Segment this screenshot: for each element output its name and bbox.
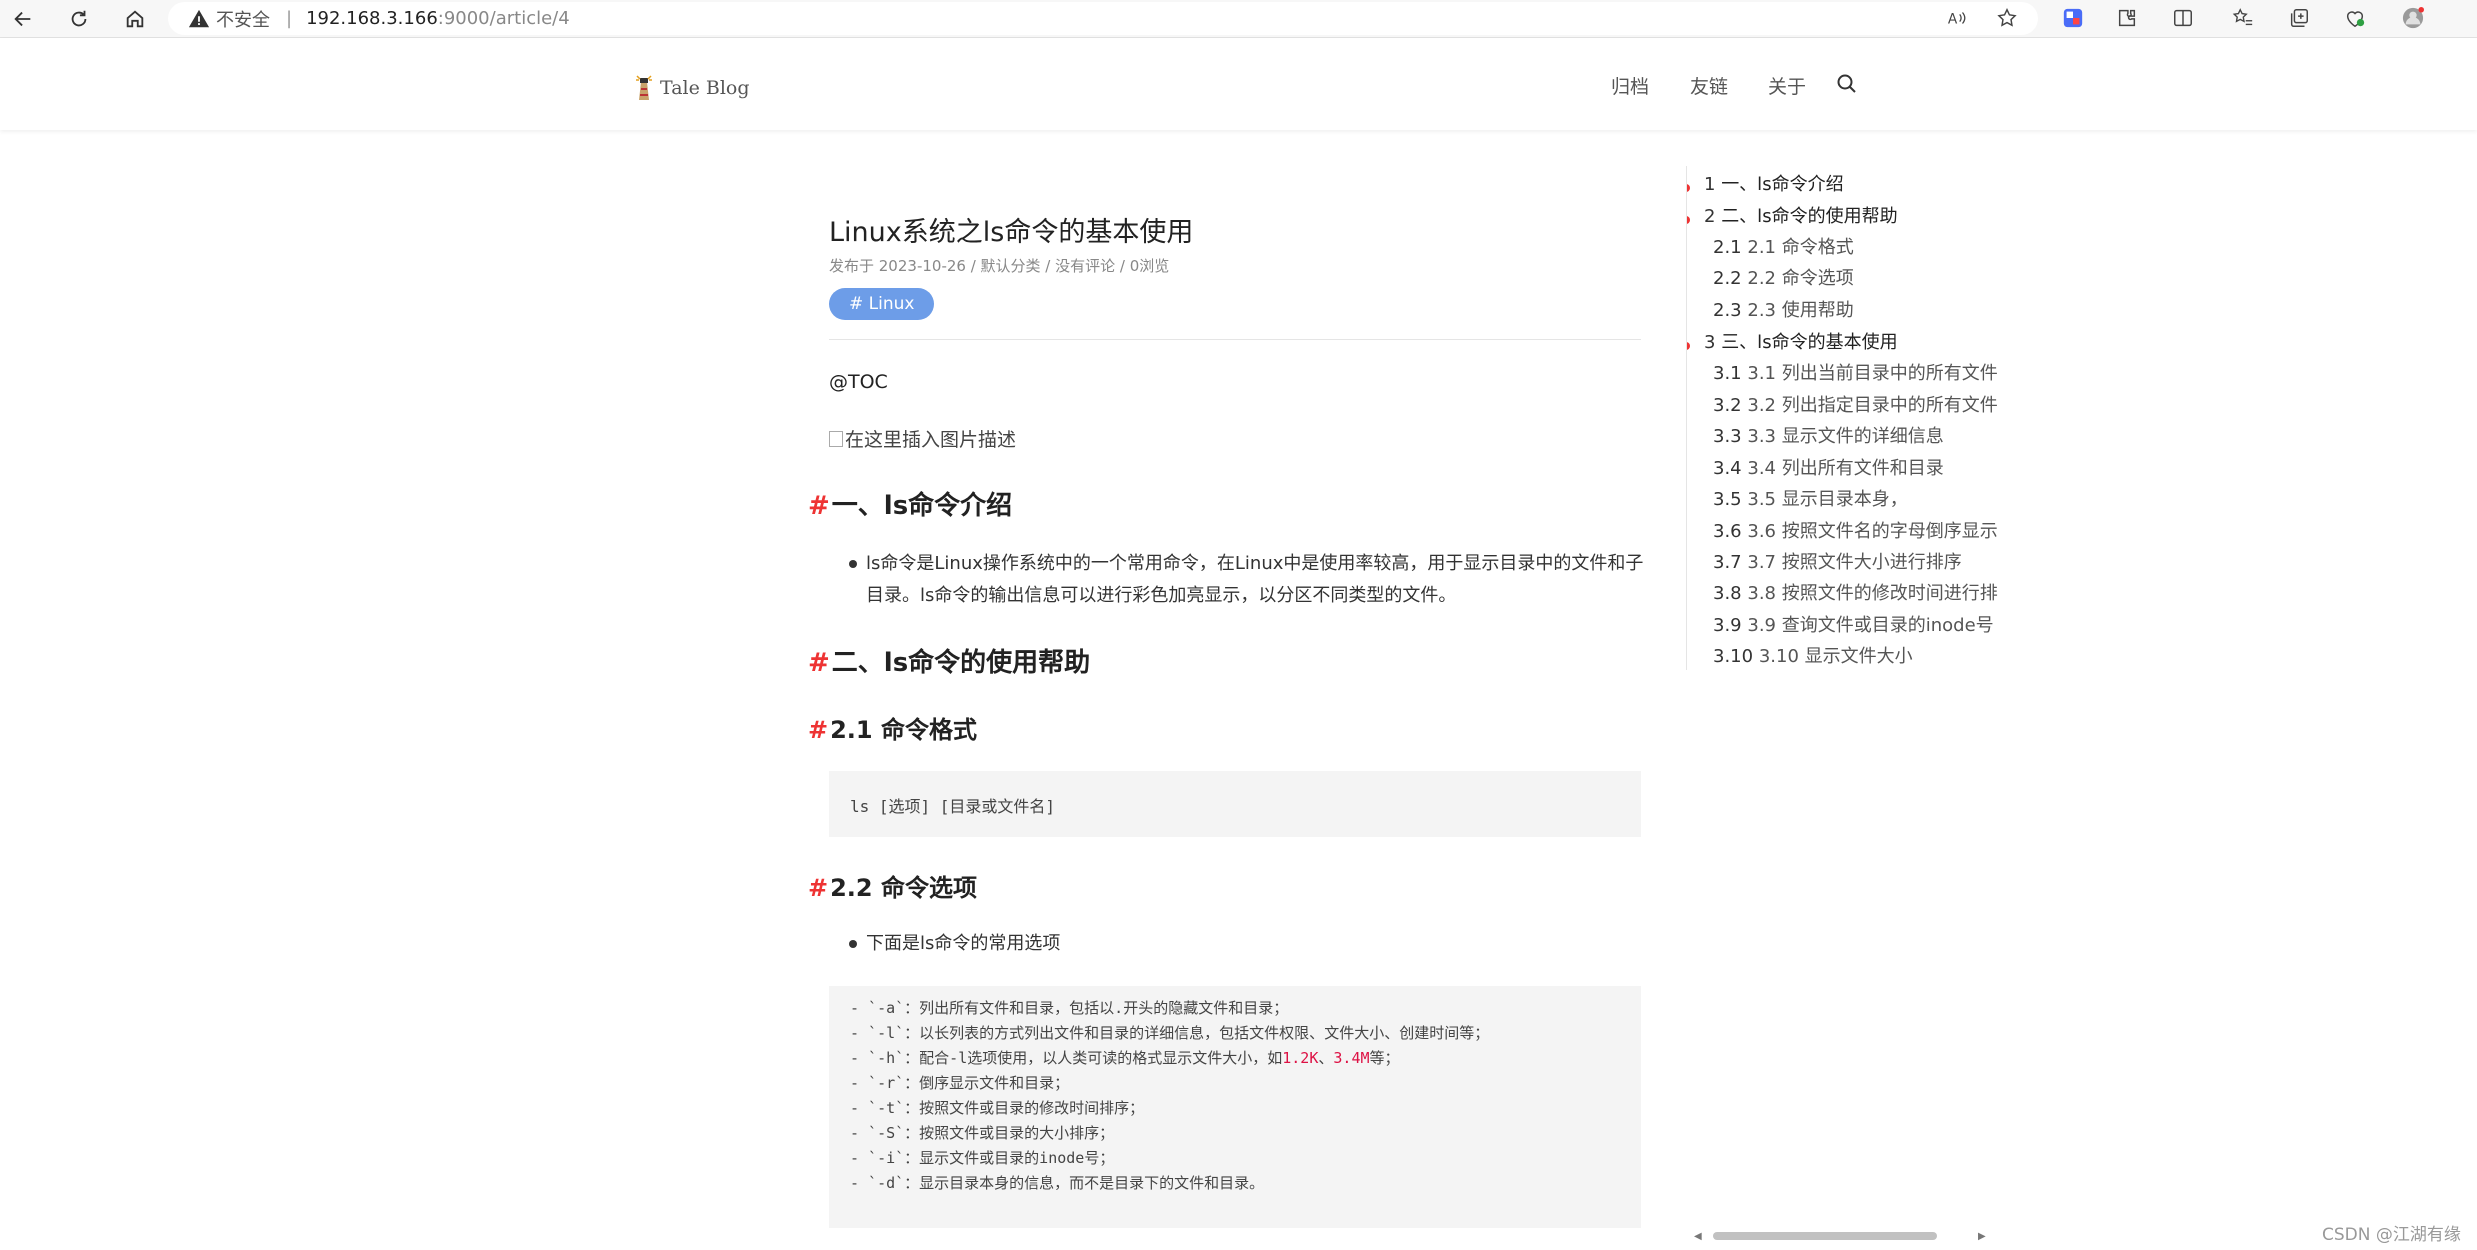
- nav-about[interactable]: 关于: [1768, 72, 1806, 99]
- heading-format: #2.1 命令格式: [808, 710, 977, 745]
- scrollbar-thumb[interactable]: [1713, 1232, 1937, 1240]
- heading-format-text: 2.1 命令格式: [830, 716, 977, 744]
- address-separator: |: [286, 8, 293, 29]
- code-block-options: - `-a`：列出所有文件和目录，包括以.开头的隐藏文件和目录； - `-l`：…: [829, 986, 1641, 1228]
- toc-active-dot: [1687, 216, 1690, 224]
- toc-item[interactable]: 3.7 3.7 按照文件大小进行排序: [1713, 548, 1962, 574]
- toc-active-dot: [1687, 342, 1690, 350]
- toc-item[interactable]: 2.3 2.3 使用帮助: [1713, 296, 1854, 322]
- heading-options-text: 2.2 命令选项: [830, 874, 977, 902]
- toc-item[interactable]: 3.9 3.9 查询文件或目录的inode号: [1713, 611, 1994, 637]
- url-path: :9000/article/4: [437, 8, 570, 29]
- favorites-list-icon[interactable]: [2230, 5, 2256, 31]
- heading-anchor[interactable]: #: [808, 491, 830, 521]
- extensions-puzzle-icon[interactable]: [2114, 5, 2140, 31]
- option-line: - `-t`：按照文件或目录的修改时间排序；: [850, 1099, 1145, 1117]
- broken-image-icon: [829, 430, 843, 447]
- toc-marker: @TOC: [829, 371, 888, 393]
- toc-item[interactable]: 3.1 3.1 列出当前目录中的所有文件和: [1713, 359, 1998, 385]
- article-meta: 发布于 2023-10-26 / 默认分类 / 没有评论 / 0浏览: [829, 257, 1170, 275]
- browser-essentials-icon[interactable]: [2342, 5, 2368, 31]
- back-arrow-icon[interactable]: [8, 4, 38, 34]
- heading-intro-text: 一、ls命令介绍: [831, 491, 1013, 521]
- toc-item[interactable]: 3.3 3.3 显示文件的详细信息: [1713, 422, 1944, 448]
- list-item: 下面是ls命令的常用选项: [849, 928, 1060, 960]
- toc-horizontal-scrollbar[interactable]: ◀ ▶: [1686, 1227, 1990, 1245]
- toc-item[interactable]: 3.2 3.2 列出指定目录中的所有文件和: [1713, 391, 1998, 417]
- toc-item[interactable]: 2.2 2.2 命令选项: [1713, 264, 1854, 290]
- split-screen-icon[interactable]: [2170, 5, 2196, 31]
- bullet: [849, 940, 857, 948]
- heading-anchor[interactable]: #: [808, 648, 830, 678]
- toc-item[interactable]: 3.5 3.5 显示目录本身，: [1713, 485, 1908, 511]
- heading-options: #2.2 命令选项: [808, 868, 977, 903]
- tag-linux[interactable]: # Linux: [829, 288, 935, 320]
- scroll-right-arrow-icon[interactable]: ▶: [1978, 1231, 1986, 1242]
- option-line: - `-S`：按照文件或目录的大小排序；: [850, 1124, 1115, 1142]
- toc-item[interactable]: 3.4 3.4 列出所有文件和目录: [1713, 454, 1944, 480]
- toc-item[interactable]: 3.8 3.8 按照文件的修改时间进行排序: [1713, 579, 1998, 605]
- image-alt-text: 在这里插入图片描述: [845, 429, 1017, 451]
- heading-anchor[interactable]: #: [808, 874, 828, 902]
- refresh-icon[interactable]: [64, 4, 94, 34]
- translate-extension-icon[interactable]: [2060, 5, 2086, 31]
- options-intro: 下面是ls命令的常用选项: [866, 933, 1061, 954]
- toc-active-dot: [1687, 184, 1690, 192]
- list-item: ls命令是Linux操作系统中的一个常用命令，在Linux中是使用率较高，用于显…: [849, 548, 1649, 612]
- insecure-label: 不安全: [216, 9, 270, 31]
- option-line: - `-l`：以长列表的方式列出文件和目录的详细信息，包括文件权限、文件大小、创…: [850, 1024, 1490, 1042]
- warning-icon: [188, 9, 210, 27]
- option-line: - `-h`：配合-l选项使用，以人类可读的格式显示文件大小，如1.2K、3.4…: [850, 1049, 1400, 1067]
- read-aloud-icon[interactable]: A: [1944, 5, 1970, 31]
- address-bar[interactable]: 不安全 | 192.168.3.166:9000/article/4: [168, 2, 2038, 35]
- site-header: Tale Blog 归档 友链 关于: [0, 38, 2477, 130]
- option-line: - `-a`：列出所有文件和目录，包括以.开头的隐藏文件和目录；: [850, 999, 1289, 1017]
- scroll-left-arrow-icon[interactable]: ◀: [1694, 1231, 1702, 1242]
- url-host: 192.168.3.166: [306, 8, 438, 29]
- heading-help: #二、ls命令的使用帮助: [808, 642, 1090, 679]
- option-line: - `-r`：倒序显示文件和目录；: [850, 1074, 1070, 1092]
- bullet: [849, 560, 857, 568]
- nav-links[interactable]: 友链: [1690, 72, 1728, 99]
- toc-item[interactable]: 1 一、ls命令介绍: [1704, 170, 1844, 196]
- intro-line-2: 目录。ls命令的输出信息可以进行彩色加亮显示，以分区不同类型的文件。: [866, 585, 1457, 606]
- favorite-star-icon[interactable]: [1994, 5, 2020, 31]
- code-block-format: ls [选项] [目录或文件名]: [829, 771, 1641, 837]
- toc-item[interactable]: 2 二、ls命令的使用帮助: [1704, 202, 1898, 228]
- toc-item[interactable]: 3.6 3.6 按照文件名的字母倒序显示: [1713, 517, 1998, 543]
- search-icon[interactable]: [1835, 72, 1859, 96]
- home-icon[interactable]: [120, 4, 150, 34]
- lighthouse-logo-icon: [636, 75, 652, 100]
- option-line: - `-d`：显示目录本身的信息，而不是目录下的文件和目录。: [850, 1174, 1265, 1192]
- toc-item[interactable]: 3 三、ls命令的基本使用: [1704, 328, 1898, 354]
- svg-text:A: A: [1948, 12, 1958, 28]
- toc-item[interactable]: 3.10 3.10 显示文件大小: [1713, 642, 1913, 668]
- site-logo[interactable]: Tale Blog: [632, 74, 750, 102]
- browser-toolbar: 不安全 | 192.168.3.166:9000/article/4 A: [0, 0, 2477, 38]
- nav-archive[interactable]: 归档: [1611, 72, 1649, 99]
- table-of-contents: 1 一、ls命令介绍 2 二、ls命令的使用帮助 2.1 2.1 命令格式 2.…: [1686, 166, 1998, 670]
- article-title: Linux系统之ls命令的基本使用: [829, 217, 1194, 248]
- profile-avatar-icon[interactable]: [2400, 5, 2426, 31]
- collections-icon[interactable]: [2286, 5, 2312, 31]
- option-line: - `-i`：显示文件或目录的inode号；: [850, 1149, 1115, 1167]
- broken-image: 在这里插入图片描述: [829, 425, 1016, 452]
- heading-intro: #一、ls命令介绍: [808, 485, 1012, 522]
- heading-help-text: 二、ls命令的使用帮助: [831, 648, 1091, 678]
- title-divider: [829, 339, 1641, 340]
- intro-line-1: ls命令是Linux操作系统中的一个常用命令，在Linux中是使用率较高，用于显…: [866, 553, 1644, 574]
- site-title: Tale Blog: [660, 77, 750, 99]
- watermark: CSDN @江湖有缘: [2322, 1225, 2461, 1245]
- toc-item[interactable]: 2.1 2.1 命令格式: [1713, 233, 1854, 259]
- heading-anchor[interactable]: #: [808, 716, 828, 744]
